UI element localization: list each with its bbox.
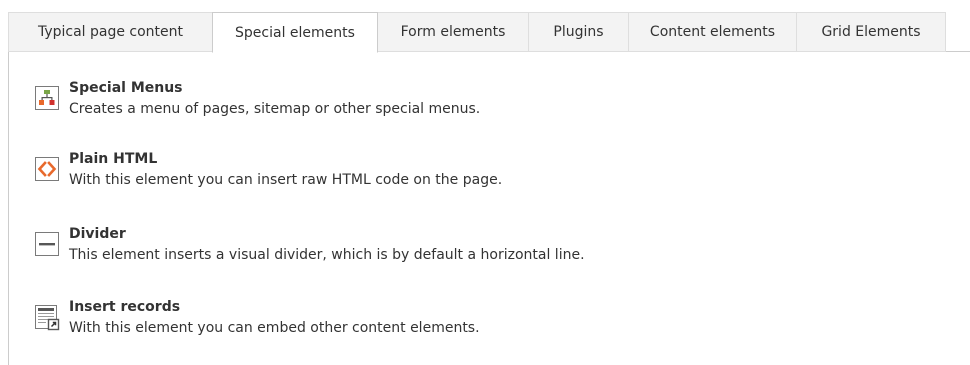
tab-typical-page-content[interactable]: Typical page content [8,12,212,52]
divider-icon [35,232,59,256]
item-description: With this element you can embed other co… [69,320,480,336]
item-title: Divider [69,226,126,242]
item-description: This element inserts a visual divider, w… [69,247,585,263]
item-title: Plain HTML [69,151,158,167]
item-description: With this element you can insert raw HTM… [69,172,503,188]
list-item-plain-html[interactable]: Plain HTML With this element you can ins… [35,149,935,193]
tab-content-elements[interactable]: Content elements [628,12,796,52]
tab-grid-elements[interactable]: Grid Elements [796,12,946,52]
item-title: Insert records [69,299,181,315]
html-code-icon [35,157,59,181]
tab-form-elements[interactable]: Form elements [378,12,528,52]
content-element-tabs: Typical page content Special elements Fo… [8,12,970,53]
tab-special-elements[interactable]: Special elements [212,12,378,53]
sitemap-icon [35,86,59,110]
item-title: Special Menus [69,80,183,96]
tab-plugins[interactable]: Plugins [528,12,628,52]
insert-records-icon [35,305,60,331]
list-item-divider[interactable]: Divider This element inserts a visual di… [35,224,935,268]
list-item-special-menus[interactable]: Special Menus Creates a menu of pages, s… [35,78,935,122]
special-elements-panel: Special Menus Creates a menu of pages, s… [8,52,970,365]
item-description: Creates a menu of pages, sitemap or othe… [69,101,481,117]
list-item-insert-records[interactable]: Insert records With this element you can… [35,297,935,341]
